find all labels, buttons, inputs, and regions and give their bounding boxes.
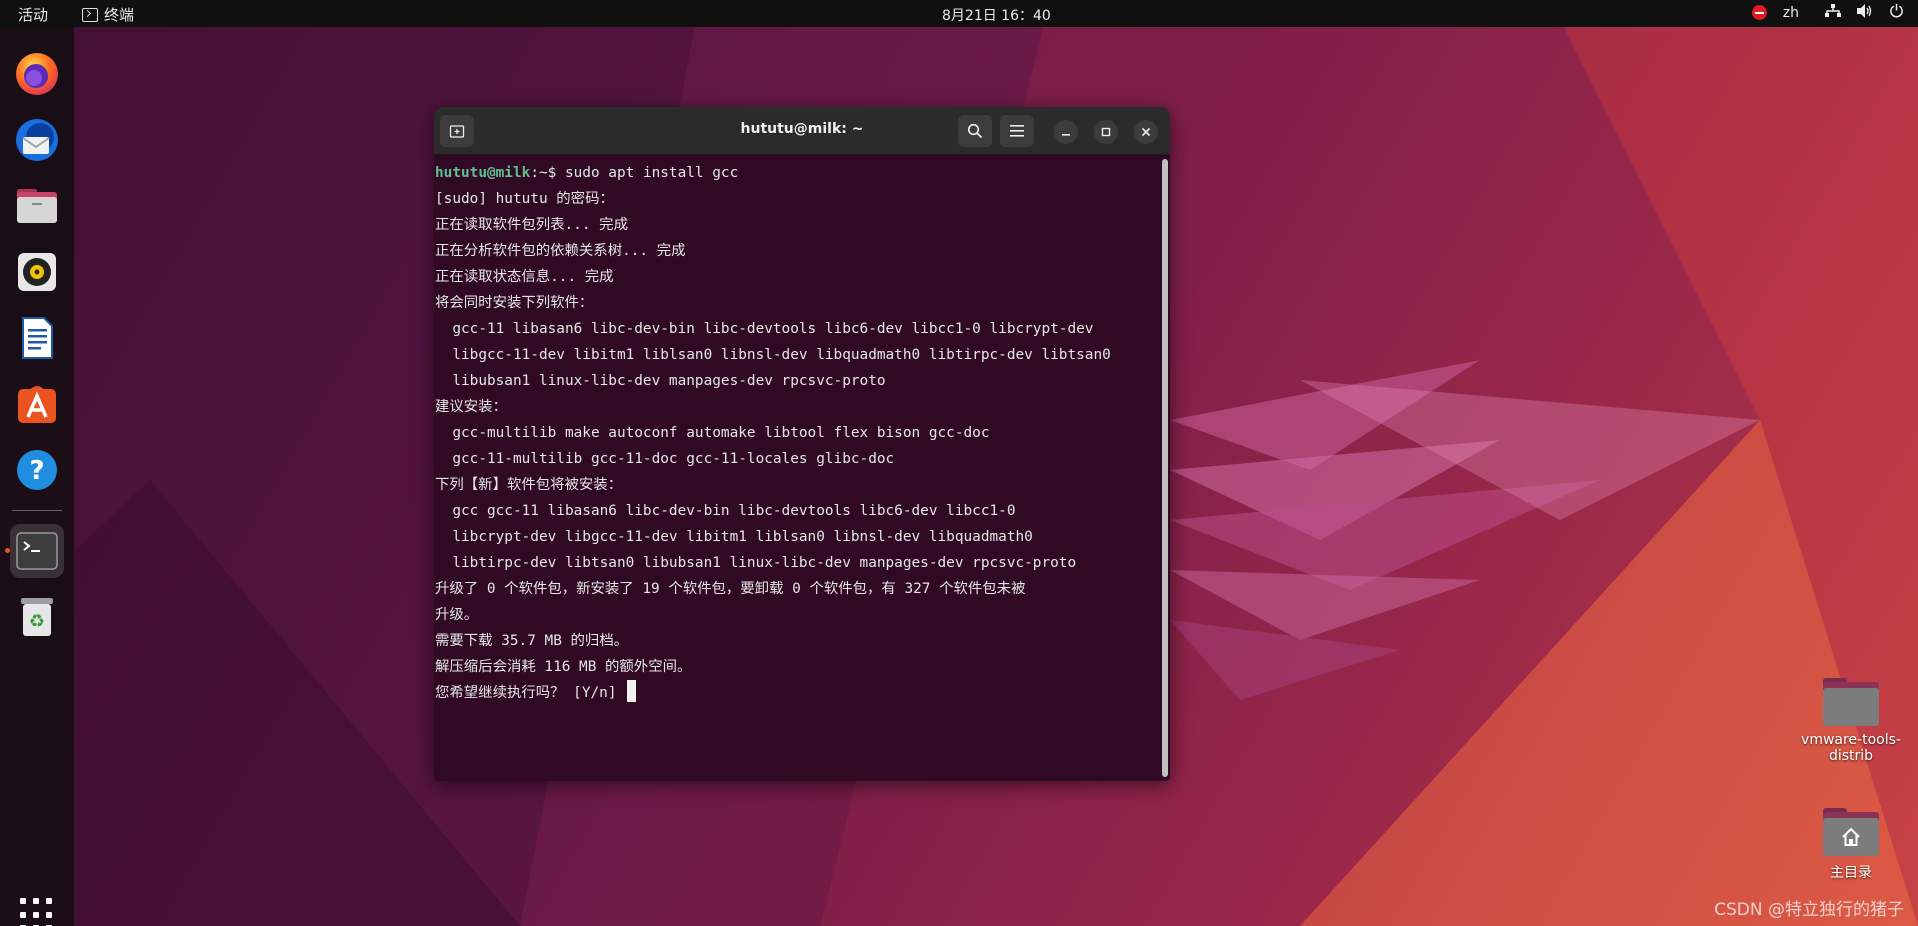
top-bar: 活动 终端 8月21日 16：40 zh (0, 0, 1918, 27)
network-icon[interactable] (1825, 3, 1841, 22)
close-button[interactable] (1134, 120, 1158, 144)
confirm-prompt-line: 您希望继续执行吗？ [Y/n] (435, 680, 1158, 706)
output-line: 需要下载 35.7 MB 的归档。 (435, 633, 629, 649)
terminal-output[interactable]: hututu@milk:~$ sudo apt install gcc [sud… (435, 155, 1158, 781)
output-line: 建议安装： (435, 399, 507, 415)
output-line: 将会同时安装下列软件： (435, 295, 594, 311)
output-line: gcc-multilib make autoconf automake libt… (435, 425, 990, 441)
close-icon (1141, 127, 1151, 137)
writer-icon (22, 317, 53, 359)
dock-writer[interactable] (10, 311, 64, 365)
search-button[interactable] (958, 115, 992, 147)
thunderbird-icon (16, 119, 58, 161)
app-menu[interactable]: 终端 (82, 4, 134, 25)
command-line: hututu@milk:~$ sudo apt install gcc (435, 160, 1158, 186)
terminal-scrollbar[interactable] (1162, 159, 1168, 777)
svg-text:♻: ♻ (29, 611, 45, 632)
folder-icon (1823, 678, 1879, 726)
dock-firefox[interactable] (10, 47, 64, 101)
menu-button[interactable] (1000, 115, 1034, 147)
output-line: 正在读取软件包列表... 完成 (435, 217, 628, 233)
watermark: CSDN @特立独行的猪子 (1714, 900, 1904, 920)
dock-separator (12, 510, 62, 511)
power-icon[interactable] (1889, 3, 1904, 22)
desktop-icon-vmware-tools[interactable]: vmware-tools- distrib (1796, 678, 1906, 764)
text-cursor (627, 680, 637, 702)
output-line: libgcc-11-dev libitm1 liblsan0 libnsl-de… (435, 347, 1111, 363)
desktop: 活动 终端 8月21日 16：40 zh ? ♻ hututu@milk: ~ … (0, 0, 1918, 926)
output-line: 正在分析软件包的依赖关系树... 完成 (435, 243, 686, 259)
minimize-button[interactable] (1054, 120, 1078, 144)
dock-thunderbird[interactable] (10, 113, 64, 167)
output-line: 解压缩后会消耗 116 MB 的额外空间。 (435, 659, 692, 675)
terminal-window[interactable]: hututu@milk: ~ hututu@milk:~$ sudo apt i… (434, 107, 1170, 781)
rhythmbox-icon (18, 253, 56, 291)
terminal-icon (16, 532, 58, 570)
maximize-icon (1101, 127, 1111, 137)
desktop-icon-label: vmware-tools- distrib (1801, 732, 1901, 764)
output-lines: [sudo] hututu 的密码： 正在读取软件包列表... 完成 正在分析软… (435, 186, 1158, 680)
activities-button[interactable]: 活动 (18, 4, 48, 25)
maximize-button[interactable] (1094, 120, 1118, 144)
app-center-icon (18, 386, 56, 423)
output-line: 升级了 0 个软件包，新安装了 19 个软件包，要卸载 0 个软件包，有 327… (435, 581, 1026, 597)
output-line: libtirpc-dev libtsan0 libubsan1 linux-li… (435, 555, 1077, 571)
system-tray[interactable]: zh (1751, 3, 1904, 22)
dock-app-center[interactable] (10, 377, 64, 431)
dock-trash[interactable]: ♻ (10, 590, 64, 644)
output-line: libubsan1 linux-libc-dev manpages-dev rp… (435, 373, 886, 389)
output-line: gcc gcc-11 libasan6 libc-dev-bin libc-de… (435, 503, 1016, 519)
home-folder-icon (1823, 808, 1879, 856)
hamburger-menu-icon (1010, 125, 1024, 137)
confirm-prompt: 您希望继续执行吗？ [Y/n] (435, 685, 626, 701)
svg-text:?: ? (29, 456, 44, 486)
dock-rhythmbox[interactable] (10, 245, 64, 299)
do-not-disturb-icon[interactable] (1751, 5, 1767, 20)
terminal-small-icon (82, 7, 98, 22)
volume-icon[interactable] (1857, 3, 1873, 22)
firefox-icon (16, 53, 58, 95)
output-line: 升级。 (435, 607, 479, 623)
dock-files[interactable] (10, 179, 64, 233)
output-line: 正在读取状态信息... 完成 (435, 269, 614, 285)
prompt-user: hututu@milk (435, 165, 531, 181)
terminal-header-bar[interactable]: hututu@milk: ~ (434, 107, 1170, 155)
output-line: [sudo] hututu 的密码： (435, 191, 614, 207)
running-indicator (5, 548, 10, 553)
output-line: 下列【新】软件包将被安装： (435, 477, 623, 493)
trash-icon: ♻ (21, 598, 53, 636)
app-menu-label: 终端 (104, 6, 135, 24)
minimize-icon (1062, 134, 1070, 136)
clock[interactable]: 8月21日 16：40 (942, 5, 1051, 25)
dock-help[interactable]: ? (10, 443, 64, 497)
output-line: gcc-11 libasan6 libc-dev-bin libc-devtoo… (435, 321, 1094, 337)
files-icon (17, 189, 57, 223)
show-apps-grid-icon[interactable] (20, 898, 54, 926)
input-language[interactable]: zh (1783, 5, 1799, 21)
desktop-icon-home[interactable]: 主目录 (1796, 808, 1906, 882)
output-line: libcrypt-dev libgcc-11-dev libitm1 libls… (435, 529, 1033, 545)
search-icon (967, 123, 983, 139)
output-line: gcc-11-multilib gcc-11-doc gcc-11-locale… (435, 451, 895, 467)
prompt-command: :~$ sudo apt install gcc (530, 165, 739, 181)
help-icon: ? (17, 450, 57, 490)
dock-terminal[interactable] (5, 524, 64, 578)
dock: ? ♻ (0, 27, 74, 926)
desktop-icon-label: 主目录 (1830, 865, 1872, 881)
